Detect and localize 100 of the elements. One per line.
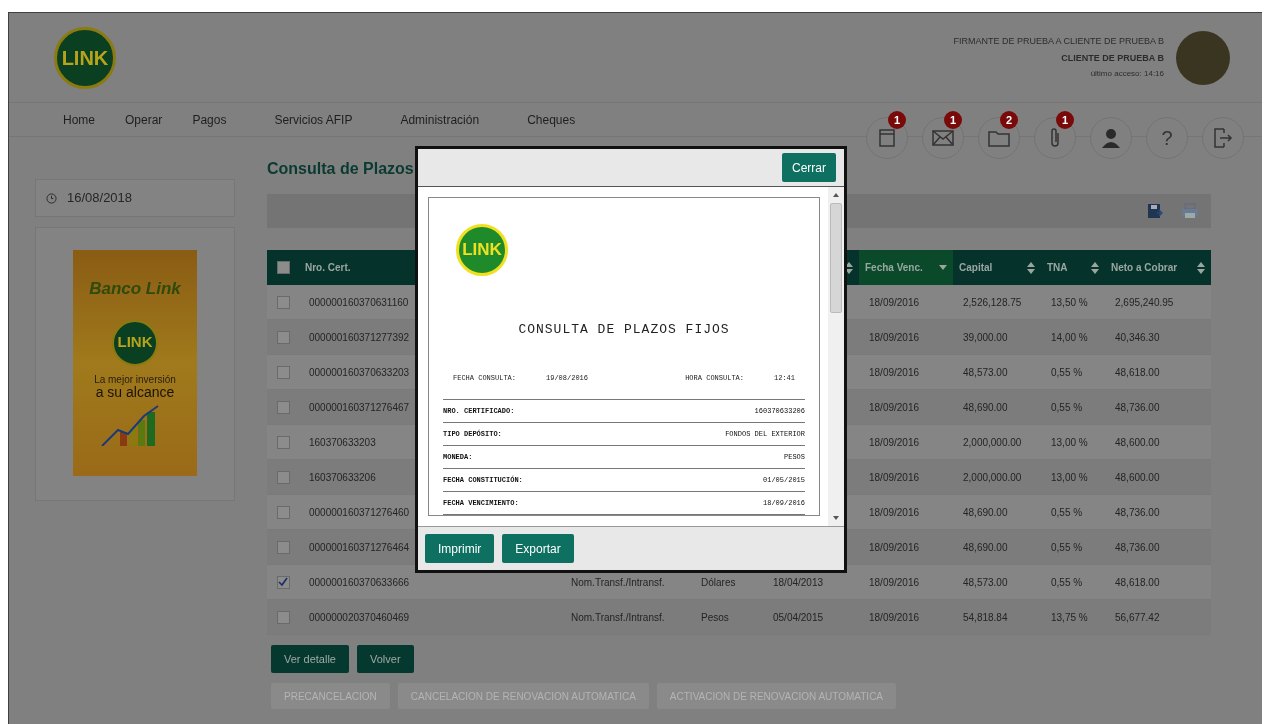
close-button[interactable]: Cerrar <box>782 153 836 182</box>
table-cell: 18/09/2016 <box>869 541 920 553</box>
header-icon-button[interactable] <box>922 117 964 159</box>
checkbox[interactable] <box>276 295 290 309</box>
nav-link[interactable]: Servicios AFIP <box>274 110 353 129</box>
table-cell: 48,618.00 <box>1115 366 1160 378</box>
print-icon[interactable] <box>1181 203 1199 219</box>
table-cell: 000000160370633203 <box>309 366 410 378</box>
table-cell: 000000160371276460 <box>309 506 410 518</box>
table-cell: 13,00 % <box>1051 436 1088 448</box>
clock-icon <box>46 192 57 204</box>
column-header[interactable]: Fecha Venc. <box>859 250 953 285</box>
table-cell: 18/09/2016 <box>869 506 920 518</box>
signer-name: FIRMANTE DE PRUEBA A CLIENTE DE PRUEBA B <box>953 35 1164 48</box>
nav-link[interactable]: Operar <box>125 110 163 129</box>
table-cell: 000000160370633666 <box>309 576 410 588</box>
table-cell: 000000020370460469 <box>309 611 410 623</box>
checkbox[interactable] <box>276 435 290 449</box>
table-cell: 48,618.00 <box>1115 576 1160 588</box>
table-cell: 40,346.30 <box>1115 331 1160 343</box>
table-cell: 2,695,240.95 <box>1115 296 1174 308</box>
paperclip-icon <box>1049 127 1061 149</box>
checkbox[interactable] <box>276 575 290 589</box>
table-cell: 48,690.00 <box>963 506 1008 518</box>
banner-slogan: a su alcance <box>95 384 175 400</box>
action-button[interactable]: Volver <box>357 645 414 673</box>
table-cell: 13,00 % <box>1051 471 1088 483</box>
header-icon-button[interactable]: ? <box>1146 117 1188 159</box>
table-cell: 000000160371276467 <box>309 401 410 413</box>
table-cell: 48,736.00 <box>1115 506 1160 518</box>
table-cell: 18/09/2016 <box>869 436 920 448</box>
table-cell: 54,818.84 <box>963 611 1008 623</box>
avatar-photo-placeholder <box>1176 30 1230 85</box>
table-cell: 0,55 % <box>1051 576 1083 588</box>
scroll-thumb[interactable] <box>830 203 842 313</box>
banner-tagline: La mejor inversión <box>94 373 176 385</box>
link-logo: LINK <box>54 26 116 89</box>
sort-icon <box>1197 261 1205 274</box>
checkbox[interactable] <box>276 470 290 484</box>
column-header[interactable]: TNA <box>1041 250 1105 285</box>
nav-link[interactable]: Cheques <box>527 110 576 129</box>
table-cell: Nom.Transf./Intransf. <box>571 611 665 623</box>
notification-badge: 1 <box>944 111 962 129</box>
column-header[interactable]: Neto a Cobrar <box>1105 250 1211 285</box>
table-cell: 0,55 % <box>1051 366 1083 378</box>
table-cell: Nom.Transf./Intransf. <box>571 576 665 588</box>
scroll-up-icon[interactable] <box>832 191 840 199</box>
sort-icon <box>1027 261 1035 274</box>
table-cell: 000000160371276464 <box>309 541 410 553</box>
table-cell: 48,736.00 <box>1115 541 1160 553</box>
checkbox[interactable] <box>276 540 290 554</box>
table-cell: 13,75 % <box>1051 611 1088 623</box>
table-cell: 48,690.00 <box>963 541 1008 553</box>
nav-link[interactable]: Pagos <box>192 110 227 129</box>
table-cell: 18/09/2016 <box>869 471 920 483</box>
table-cell: 160370633203 <box>309 436 376 448</box>
document-logo: LINK <box>456 224 508 276</box>
dialog-button[interactable]: Exportar <box>502 534 574 563</box>
nav-link[interactable]: Administración <box>400 110 480 129</box>
checkbox[interactable] <box>276 365 290 379</box>
banner-title: Banco Link <box>89 278 181 300</box>
folder-icon <box>988 129 1010 147</box>
table-cell: 18/09/2016 <box>869 611 920 623</box>
table-cell: Pesos <box>701 611 729 623</box>
header-icon-button[interactable] <box>1090 117 1132 159</box>
checkbox[interactable] <box>276 400 290 414</box>
page-title: Consulta de Plazos <box>267 159 414 177</box>
table-cell: 0,55 % <box>1051 401 1083 413</box>
checkbox[interactable] <box>276 505 290 519</box>
dialog-button[interactable]: Imprimir <box>425 534 495 563</box>
checkbox[interactable] <box>276 330 290 344</box>
header-icon-button[interactable] <box>1034 117 1076 159</box>
checkbox[interactable] <box>276 610 290 624</box>
banner-logo: LINK <box>112 319 158 366</box>
action-button[interactable]: Ver detalle <box>271 645 349 673</box>
save-icon[interactable] <box>1147 203 1163 219</box>
notification-badge: 1 <box>888 111 906 129</box>
current-date: 16/08/2018 <box>67 189 133 208</box>
column-header[interactable]: Capital <box>953 250 1041 285</box>
table-cell: 14,00 % <box>1051 331 1088 343</box>
document-title: CONSULTA DE PLAZOS FIJOS <box>518 321 730 339</box>
header-icon-button[interactable] <box>978 117 1020 159</box>
sort-descending-icon <box>939 265 947 270</box>
checkbox[interactable] <box>276 261 290 274</box>
table-cell: 0,55 % <box>1051 506 1083 518</box>
header-icon-button[interactable] <box>1202 117 1244 159</box>
table-cell: 13,50 % <box>1051 296 1088 308</box>
table-cell: 48,573.00 <box>963 576 1008 588</box>
scrollbar[interactable] <box>828 187 844 526</box>
table-cell: 2,526,128.75 <box>963 296 1022 308</box>
table-cell: 48,690.00 <box>963 401 1008 413</box>
table-cell: 0,55 % <box>1051 541 1083 553</box>
table-cell: 000000160370631160 <box>309 296 409 308</box>
header-icon-button[interactable] <box>866 117 908 159</box>
table-cell: Dólares <box>701 576 736 588</box>
nav-link[interactable]: Home <box>63 110 95 129</box>
table-cell: 18/09/2016 <box>869 366 920 378</box>
client-name: CLIENTE DE PRUEBA B <box>1061 51 1164 65</box>
scroll-down-icon[interactable] <box>832 514 840 522</box>
table-cell: 05/04/2015 <box>773 611 824 623</box>
